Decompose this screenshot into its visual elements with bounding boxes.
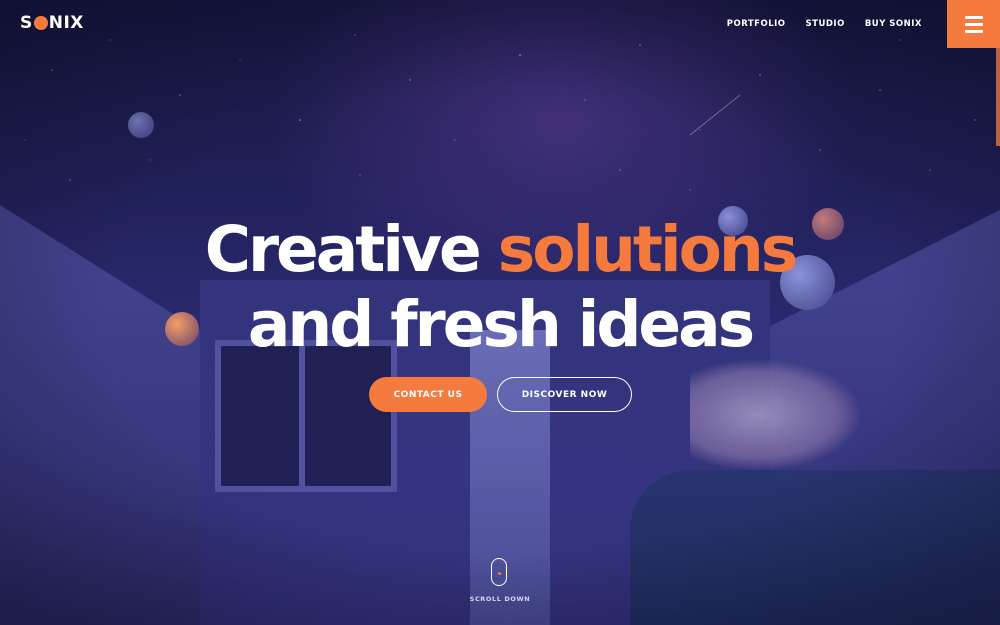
- headline-part1: Creative: [204, 213, 482, 286]
- logo-dot-icon: [33, 16, 48, 30]
- hamburger-icon: [964, 15, 983, 19]
- mouse-wheel-dot: [498, 572, 501, 575]
- contact-us-button[interactable]: CONTACT US: [369, 377, 487, 412]
- main-nav: PORTFOLIO STUDIO BUY SONIX: [727, 19, 922, 29]
- headline-line2: and fresh ideas: [247, 288, 755, 361]
- logo-suffix: NIX: [48, 13, 84, 33]
- site-logo[interactable]: S NIX: [20, 11, 84, 35]
- mouse-icon[interactable]: [491, 558, 507, 586]
- discover-now-button[interactable]: DISCOVER NOW: [497, 377, 632, 412]
- hamburger-menu-button[interactable]: [947, 0, 1000, 48]
- page-scrollbar[interactable]: [996, 48, 1000, 146]
- scroll-down-label[interactable]: SCROLL DOWN: [450, 595, 550, 603]
- hamburger-icon: [964, 22, 983, 26]
- hamburger-icon: [964, 29, 983, 33]
- nav-item-portfolio[interactable]: PORTFOLIO: [727, 19, 786, 29]
- headline-accent: solutions: [497, 213, 799, 286]
- logo-prefix: S: [20, 13, 33, 33]
- nav-item-studio[interactable]: STUDIO: [806, 19, 845, 29]
- nav-item-buy-sonix[interactable]: BUY SONIX: [865, 19, 922, 29]
- hero-headline: Creative solutions and fresh ideas: [0, 212, 1000, 362]
